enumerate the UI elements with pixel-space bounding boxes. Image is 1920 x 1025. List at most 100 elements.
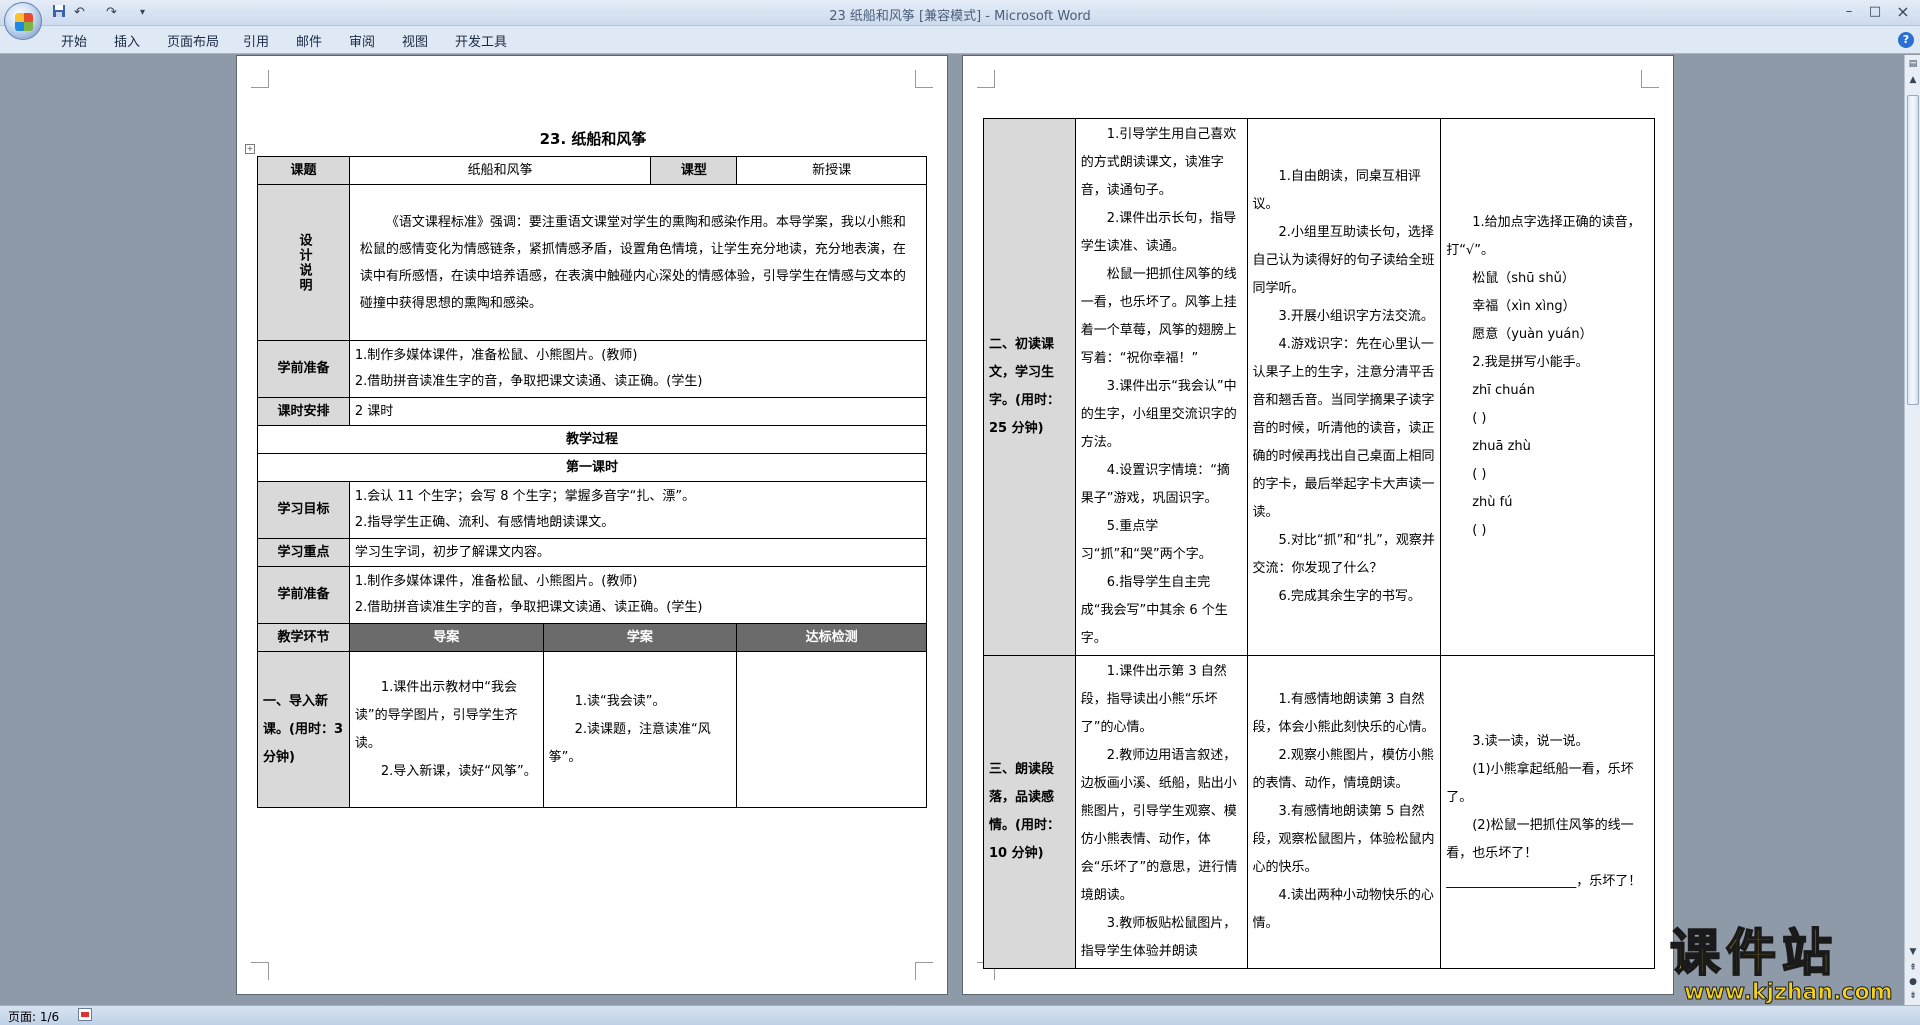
minimize-button[interactable]: –: [1836, 3, 1862, 21]
step2-study-6: 6.完成其余生字的书写。: [1278, 589, 1421, 604]
topic-value: 纸船和风筝: [348, 156, 652, 185]
step2-check-6: zhī chuán: [1472, 383, 1535, 398]
prep-line-2: 2.借助拼音读准生字的音，争取把课文读通、读正确。(学生): [354, 374, 703, 389]
status-bar: 页面: 1/6: [0, 1005, 1920, 1025]
step2-check-4: 愿意（yuàn yuán）: [1472, 327, 1593, 342]
crop-mark: [915, 70, 933, 88]
step2-check-9: ( ): [1472, 467, 1487, 482]
step2-check-3: 幸福（xìn xìng）: [1472, 299, 1576, 314]
prep-label-2: 学前准备: [257, 566, 350, 624]
step3-check-1: 3.读一读，说一说。: [1472, 734, 1589, 749]
tab-developer[interactable]: 开发工具: [455, 31, 507, 50]
step2-check-1: 1.给加点字选择正确的读音，打“√”。: [1446, 215, 1641, 258]
step3-guide-1: 1.课件出示第 3 自然段，指导读出小熊“乐坏了”的心情。: [1080, 664, 1227, 735]
design-label: 设计说明: [257, 184, 350, 341]
process-header: 教学过程: [257, 425, 927, 454]
browse-object-icon[interactable]: ●: [1906, 975, 1920, 989]
tab-view[interactable]: 视图: [402, 31, 428, 50]
step2-guide-7: 6.指导学生自主完成“我会写”中其余 6 个生字。: [1080, 575, 1228, 646]
title-bar: ↶ ↷ ▾ 23 纸船和风筝 [兼容模式] - Microsoft Word –…: [0, 0, 1920, 40]
table-move-handle-icon[interactable]: +: [245, 144, 255, 154]
prep2-line-2: 2.借助拼音读准生字的音，争取把课文读通、读正确。(学生): [354, 600, 703, 615]
goal-line-2: 2.指导学生正确、流利、有感情地朗读课文。: [354, 515, 615, 530]
topic-label: 课题: [257, 156, 350, 185]
step1-check: [736, 651, 927, 808]
watermark-logo: 课件站 www.kjzhan.com: [1669, 924, 1900, 1005]
step3-check-3: (2)松鼠一把抓住风筝的线一看，也乐坏了！: [1446, 818, 1634, 861]
tab-review[interactable]: 审阅: [349, 31, 375, 50]
step2-stage: 二、初读课文，学习生字。(用时：25 分钟): [983, 118, 1076, 656]
page-count[interactable]: 页面: 1/6: [8, 1008, 59, 1025]
document-workspace: 23. 纸船和风筝 + 课题 纸船和风筝 课型 新授课 设计说明 《语文课程标准…: [0, 55, 1904, 1005]
close-button[interactable]: ×: [1890, 3, 1916, 21]
step2-guide-1: 1.引导学生用自己喜欢的方式朗读课文，读准字音，读通句子。: [1080, 127, 1237, 198]
step3-study-1: 1.有感情地朗读第 3 自然段，体会小熊此刻快乐的心情。: [1252, 692, 1435, 735]
document-page-1[interactable]: 23. 纸船和风筝 + 课题 纸船和风筝 课型 新授课 设计说明 《语文课程标准…: [236, 55, 948, 995]
step2-study-4: 4.游戏识字：先在心里认一认果子上的生字，注意分清平舌音和翘舌音。当同学摘果子读…: [1252, 337, 1435, 520]
watermark-url: www.kjzhan.com: [1684, 980, 1894, 1005]
goal-line-1: 1.会认 11 个生字；会写 8 个生字；掌握多音字“扎、漂”。: [354, 489, 696, 504]
lesson-type-value: 新授课: [736, 156, 927, 185]
step-header-check: 达标检测: [736, 623, 927, 652]
scrollbar-thumb[interactable]: [1907, 95, 1919, 405]
step2-study-2: 2.小组里互助读长句，选择自己认为读得好的句子读给全班同学听。: [1252, 225, 1435, 296]
crop-mark: [1641, 70, 1659, 88]
step2-guide-4: 3.课件出示“我会认”中的生字，小组里交流识字的方法。: [1080, 379, 1237, 450]
step2-check-11: ( ): [1472, 523, 1487, 538]
tab-references[interactable]: 引用: [243, 31, 269, 50]
document-title: 23. 纸船和风筝: [539, 130, 647, 148]
step2-study-1: 1.自由朗读，同桌互相评议。: [1252, 169, 1421, 212]
ruler-toggle-icon[interactable]: ▤: [1906, 57, 1920, 71]
lesson-type-label: 课型: [650, 156, 738, 185]
crop-mark: [251, 70, 269, 88]
step1-guide-2: 2.导入新课，读好“风筝”。: [380, 763, 537, 779]
next-page-icon[interactable]: ⇟: [1906, 989, 1920, 1003]
vertical-scrollbar[interactable]: ▤ ▲ ▼ ⇞ ● ⇟: [1904, 55, 1920, 1005]
watermark-text: 课件站: [1669, 924, 1838, 982]
step1-study-2: 2.读课题，注意读准“风筝”。: [548, 721, 711, 765]
prep-label: 学前准备: [257, 340, 350, 398]
maximize-button[interactable]: □: [1862, 3, 1888, 21]
previous-page-icon[interactable]: ⇞: [1906, 961, 1920, 975]
lesson-plan-table: 课题 纸船和风筝 课型 新授课 设计说明 《语文课程标准》强调：要注重语文课堂对…: [257, 156, 928, 808]
tab-home[interactable]: 开始: [61, 31, 87, 50]
scroll-down-icon[interactable]: ▼: [1906, 945, 1920, 959]
step2-guide-6: 5.重点学习“抓”和“哭”两个字。: [1080, 519, 1212, 562]
step3-check-2: (1)小熊拿起纸船一看，乐坏了。: [1446, 762, 1634, 805]
office-logo-icon: [15, 13, 33, 31]
step2-guide-2: 2.课件出示长句，指导学生读准、读通。: [1080, 211, 1237, 254]
step1-stage: 一、导入新课。(用时：3 分钟): [257, 651, 350, 808]
step2-check-5: 2.我是拼写小能手。: [1472, 355, 1589, 370]
tab-insert[interactable]: 插入: [114, 31, 140, 50]
tab-page-layout[interactable]: 页面布局: [167, 31, 219, 50]
step3-check-4: ____________________，乐坏了！: [1446, 874, 1642, 889]
step3-guide-3: 3.教师板贴松鼠图片，指导学生体验并朗读: [1080, 916, 1237, 959]
step2-guide-5: 4.设置识字情境：“摘果子”游戏，巩固识字。: [1080, 463, 1230, 506]
prep-line-1: 1.制作多媒体课件，准备松鼠、小熊图片。(教师): [354, 348, 638, 363]
crop-mark: [251, 962, 269, 980]
step2-check-10: zhù fú: [1472, 495, 1513, 510]
step1-study-1: 1.读“我会读”。: [574, 693, 666, 709]
tab-mailings[interactable]: 邮件: [296, 31, 322, 50]
office-button[interactable]: [4, 2, 42, 40]
prep2-line-1: 1.制作多媒体课件，准备松鼠、小熊图片。(教师): [354, 574, 638, 589]
window-title: 23 纸船和风筝 [兼容模式] - Microsoft Word: [829, 9, 1091, 24]
step2-check-7: ( ): [1472, 411, 1487, 426]
focus-value: 学习生字词，初步了解课文内容。: [348, 538, 928, 567]
schedule-value: 2 课时: [348, 397, 928, 426]
step-header-stage: 教学环节: [257, 623, 350, 652]
step-header-guide: 导案: [348, 623, 544, 652]
step3-stage: 三、朗读段落，品读感情。(用时：10 分钟): [983, 655, 1076, 969]
document-page-2[interactable]: 二、初读课文，学习生字。(用时：25 分钟) 1.引导学生用自己喜欢的方式朗读课…: [962, 55, 1674, 995]
lesson-steps-table: 二、初读课文，学习生字。(用时：25 分钟) 1.引导学生用自己喜欢的方式朗读课…: [983, 118, 1655, 969]
schedule-label: 课时安排: [257, 397, 350, 426]
proofing-icon[interactable]: [78, 1008, 92, 1021]
step2-study-3: 3.开展小组识字方法交流。: [1278, 309, 1434, 324]
step2-check-2: 松鼠（shū shǔ）: [1472, 271, 1575, 286]
step3-study-2: 2.观察小熊图片，模仿小熊的表情、动作，情境朗读。: [1252, 748, 1434, 791]
step2-check-8: zhuā zhù: [1472, 439, 1531, 454]
step3-study-3: 3.有感情地朗读第 5 自然段，观察松鼠图片，体验松鼠内心的快乐。: [1252, 804, 1435, 875]
scroll-up-icon[interactable]: ▲: [1906, 73, 1920, 87]
goals-label: 学习目标: [257, 481, 350, 539]
help-icon[interactable]: ?: [1898, 32, 1914, 48]
